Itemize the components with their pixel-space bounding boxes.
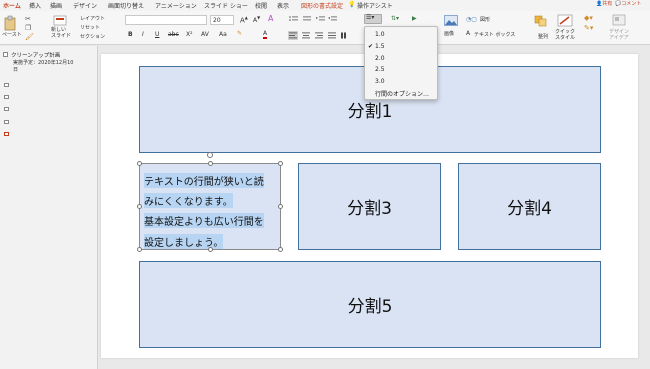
- shape-box-5[interactable]: 分割5: [139, 261, 601, 348]
- italic-icon[interactable]: I: [142, 31, 144, 38]
- font-name-input[interactable]: [125, 15, 207, 25]
- design-ideas-icon[interactable]: [612, 14, 626, 27]
- shape-box-3[interactable]: 分割3: [298, 163, 441, 250]
- alignment-icons[interactable]: [288, 31, 358, 40]
- tab-tell-me[interactable]: 操作アシスト: [357, 1, 393, 10]
- line-spacing-option[interactable]: 2.5: [375, 66, 385, 73]
- font-size-input[interactable]: 20: [210, 15, 234, 25]
- text-direction-icon[interactable]: ⇅▾: [391, 15, 399, 22]
- reset-button[interactable]: リセット: [80, 24, 100, 31]
- strikethrough-icon[interactable]: abc: [168, 31, 179, 38]
- comment-button[interactable]: 💬コメント: [615, 0, 641, 7]
- format-painter-icon[interactable]: 🖌: [25, 33, 34, 41]
- superscript-icon[interactable]: X²: [186, 31, 193, 38]
- bold-icon[interactable]: B: [128, 31, 133, 38]
- share-label: 共有: [602, 1, 613, 7]
- resize-handle[interactable]: [278, 204, 283, 209]
- tab-slideshow[interactable]: スライド ショー: [204, 1, 248, 10]
- line-spacing-option[interactable]: 1.0: [375, 31, 385, 38]
- arrange-label: 整列: [538, 34, 549, 40]
- tab-transitions[interactable]: 画面切り替え: [108, 1, 144, 10]
- outline-detail-cont[interactable]: 日: [13, 66, 18, 73]
- character-spacing-icon[interactable]: AV: [201, 31, 209, 38]
- line-spacing-option[interactable]: 3.0: [375, 78, 385, 85]
- change-case-icon[interactable]: Aa: [219, 31, 227, 38]
- copy-icon[interactable]: ❐: [25, 24, 31, 32]
- outline-slide-icon[interactable]: [3, 52, 8, 57]
- highlight-icon[interactable]: ✎: [237, 30, 242, 37]
- tab-draw[interactable]: 描画: [50, 1, 62, 10]
- outline-slide-marker-current[interactable]: [4, 132, 9, 136]
- paste-label: ペースト: [2, 32, 22, 38]
- line-spacing-menu: 1.0 ✔ 1.5 2.0 2.5 3.0 行間のオプション…: [364, 26, 438, 100]
- shape-box-5-text: 分割5: [347, 297, 393, 317]
- outline-title[interactable]: クリーンアップ計画: [11, 51, 60, 59]
- picture-label: 画像: [444, 31, 455, 37]
- line-spacing-option-selected[interactable]: 1.5: [375, 43, 385, 50]
- paste-icon[interactable]: [3, 15, 17, 31]
- resize-handle[interactable]: [137, 161, 142, 166]
- text-box-label: テキスト ボックス: [474, 32, 516, 38]
- increase-font-icon[interactable]: A▲: [240, 15, 248, 24]
- shapes-label: 図形: [480, 17, 491, 23]
- line-spacing-options-link[interactable]: 行間のオプション…: [375, 89, 429, 98]
- tab-review[interactable]: 校閲: [255, 1, 267, 10]
- tab-home[interactable]: ホーム: [3, 1, 21, 12]
- outline-slide-marker[interactable]: [4, 107, 9, 111]
- layout-button[interactable]: レイアウト: [80, 15, 105, 22]
- new-slide-label: 新しい スライド: [51, 27, 72, 39]
- resize-handle[interactable]: [278, 161, 283, 166]
- resize-handle[interactable]: [208, 247, 213, 252]
- clear-format-icon[interactable]: A: [268, 14, 273, 23]
- shape-box-1-text: 分割1: [347, 102, 393, 122]
- quick-styles-label: クイック スタイル: [555, 29, 576, 41]
- ribbon-tab-bar: ホーム 挿入 描画 デザイン 画面切り替え アニメーション スライド ショー 校…: [0, 0, 650, 12]
- new-slide-icon[interactable]: [53, 14, 67, 28]
- selection-outline: [139, 163, 281, 250]
- comment-label: コメント: [621, 1, 642, 7]
- shapes-icon[interactable]: ◔▢: [466, 16, 477, 23]
- tab-animations[interactable]: アニメーション: [155, 1, 197, 10]
- resize-handle[interactable]: [137, 204, 142, 209]
- checkmark-icon: ✔: [368, 43, 374, 50]
- outline-detail[interactable]: 実施予定：2020年12月10: [13, 59, 73, 66]
- smartart-icon[interactable]: ▶: [412, 15, 417, 22]
- shape-box-3-text: 分割3: [347, 199, 392, 219]
- outline-slide-marker[interactable]: [4, 120, 9, 124]
- arrange-icon[interactable]: [534, 15, 548, 27]
- tab-design[interactable]: デザイン: [73, 1, 97, 10]
- share-button[interactable]: 👤共有: [596, 0, 612, 7]
- resize-handle[interactable]: [278, 247, 283, 252]
- line-spacing-option[interactable]: 2.0: [375, 55, 385, 62]
- resize-handle[interactable]: [208, 161, 213, 166]
- font-color-icon[interactable]: A: [263, 31, 268, 39]
- outline-slide-marker[interactable]: [4, 95, 9, 99]
- shape-box-4-text: 分割4: [507, 199, 552, 219]
- shape-outline-icon[interactable]: ✎▾: [584, 24, 593, 32]
- tab-view[interactable]: 表示: [277, 1, 289, 10]
- text-box-icon[interactable]: A: [466, 30, 470, 37]
- design-ideas-label: デザイン アイデア: [609, 29, 630, 41]
- decrease-font-icon[interactable]: A▼: [253, 15, 260, 24]
- picture-icon[interactable]: [444, 15, 458, 26]
- tab-insert[interactable]: 挿入: [29, 1, 41, 10]
- ribbon: ペースト ✂ ❐ 🖌 新しい スライド レイアウト リセット セクション 20 …: [0, 11, 650, 45]
- rotate-handle[interactable]: [207, 152, 213, 158]
- line-spacing-icon: ☰▾: [366, 14, 375, 21]
- lightbulb-icon: 💡: [348, 1, 356, 8]
- tab-shape-format[interactable]: 図形の書式設定: [301, 1, 343, 10]
- underline-icon[interactable]: U: [155, 31, 159, 38]
- outline-slide-marker[interactable]: [4, 83, 9, 87]
- cut-icon[interactable]: ✂: [25, 15, 31, 23]
- resize-handle[interactable]: [137, 247, 142, 252]
- shape-fill-icon[interactable]: ◆▾: [584, 14, 593, 22]
- list-icons[interactable]: [288, 15, 358, 24]
- outline-panel: クリーンアップ計画 実施予定：2020年12月10 日: [0, 46, 98, 369]
- quick-styles-icon[interactable]: [557, 14, 573, 28]
- shape-box-4[interactable]: 分割4: [458, 163, 601, 250]
- section-button[interactable]: セクション: [80, 33, 105, 40]
